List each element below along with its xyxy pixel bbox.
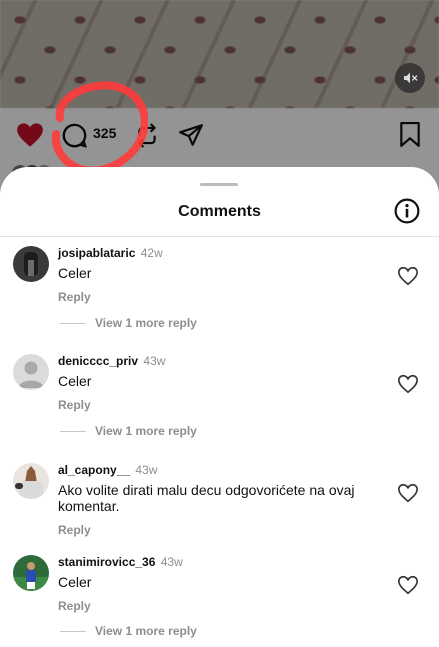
header-divider xyxy=(0,236,439,237)
comment-username[interactable]: josipablataric 42w xyxy=(58,246,379,260)
reply-thread-line xyxy=(60,322,86,324)
comment-time: 43w xyxy=(143,354,166,368)
avatar[interactable] xyxy=(13,463,49,499)
comment-text: Ako volite dirati malu decu odgovorićete… xyxy=(58,482,355,514)
reply-thread-line xyxy=(60,630,86,632)
heart-outline-icon[interactable] xyxy=(397,265,419,287)
avatar[interactable] xyxy=(13,354,49,390)
avatar[interactable] xyxy=(13,555,49,591)
comment-username[interactable]: al_capony__ 43w xyxy=(58,463,379,477)
reply-button[interactable]: Reply xyxy=(58,398,379,412)
comment-text: Celer xyxy=(58,265,92,281)
comment-time: 42w xyxy=(140,246,163,260)
reply-button[interactable]: Reply xyxy=(58,599,379,613)
comment-text: Celer xyxy=(58,373,92,389)
sheet-title: Comments xyxy=(178,203,261,220)
comment-text: Celer xyxy=(58,574,92,590)
speaker-muted-icon[interactable] xyxy=(395,63,425,93)
heart-outline-icon[interactable] xyxy=(397,574,419,596)
reply-button[interactable]: Reply xyxy=(58,523,379,537)
comment-time: 43w xyxy=(135,463,158,477)
heart-outline-icon[interactable] xyxy=(397,373,419,395)
view-more-replies[interactable]: View 1 more reply xyxy=(60,624,197,638)
info-icon[interactable] xyxy=(394,198,420,224)
reply-thread-line xyxy=(60,430,86,432)
view-more-replies[interactable]: View 1 more reply xyxy=(60,316,197,330)
view-more-replies[interactable]: View 1 more reply xyxy=(60,424,197,438)
heart-outline-icon[interactable] xyxy=(397,482,419,504)
sheet-grabber[interactable] xyxy=(200,183,238,186)
comment-username[interactable]: stanimirovicc_36 43w xyxy=(58,555,379,569)
avatar[interactable] xyxy=(13,246,49,282)
reply-button[interactable]: Reply xyxy=(58,290,379,304)
comment-username[interactable]: denicccc_priv 43w xyxy=(58,354,379,368)
comment-time: 43w xyxy=(160,555,183,569)
comments-sheet: Comments josipablataric 42w Celer Reply … xyxy=(0,167,439,647)
